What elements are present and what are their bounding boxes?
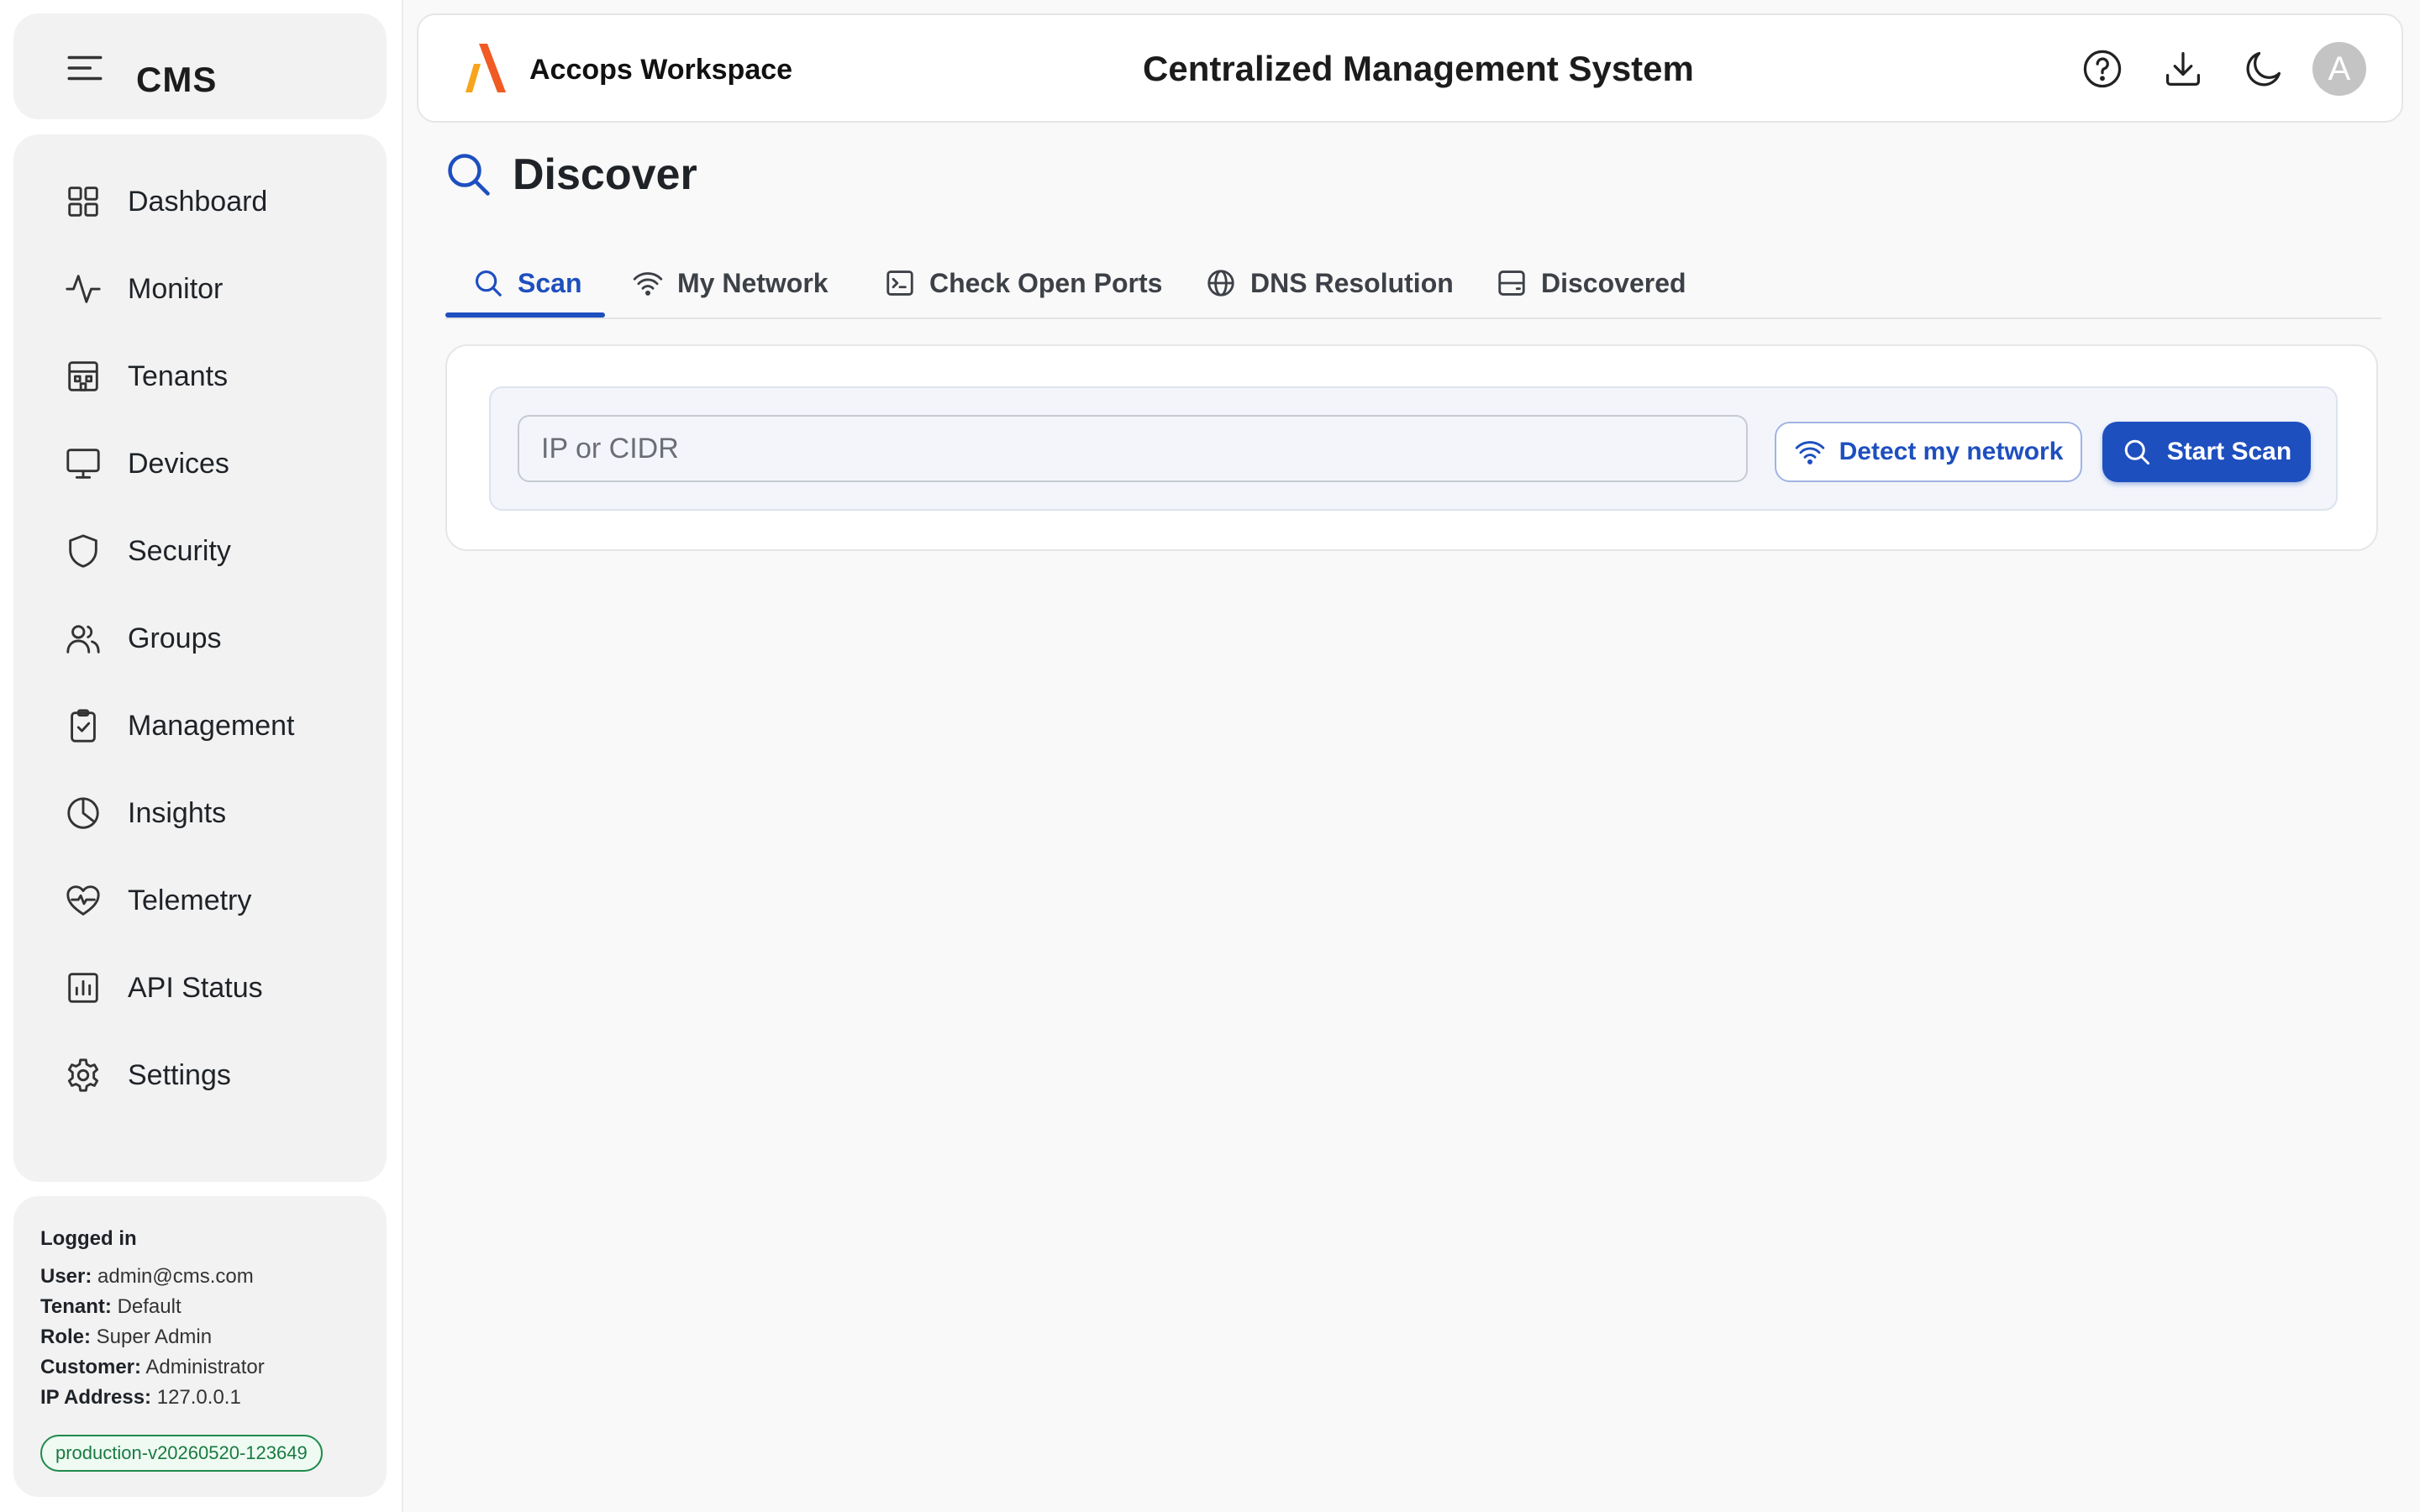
active-tab-indicator [445, 312, 605, 318]
session-tenant-label: Tenant: [40, 1295, 112, 1318]
session-tenant: Tenant: Default [40, 1295, 182, 1319]
session-customer-value: Administrator [145, 1356, 265, 1378]
sidebar-item-label: Dashboard [128, 185, 268, 218]
wifi-icon [1794, 436, 1826, 468]
top-header: Accops Workspace Centralized Management … [417, 13, 2403, 123]
sidebar: CMS Dashboard Monitor Tenants Devices Se… [0, 0, 403, 1512]
sidebar-item-api-status[interactable]: API Status [64, 954, 366, 1021]
moon-icon[interactable] [2242, 47, 2286, 91]
server-icon [1496, 267, 1528, 299]
sidebar-item-label: Security [128, 534, 231, 567]
building-icon [64, 357, 103, 396]
session-role-value: Super Admin [96, 1326, 213, 1348]
help-circle-icon[interactable] [2081, 47, 2124, 91]
scan-panel: Detect my network Start Scan [445, 344, 2378, 551]
logo-text: Accops Workspace [529, 54, 793, 86]
start-scan-label: Start Scan [2166, 438, 2292, 465]
sidebar-item-label: Telemetry [128, 884, 252, 916]
tab-my-network[interactable]: My Network [632, 249, 829, 318]
scan-form: Detect my network Start Scan [489, 386, 2338, 511]
search-icon [472, 267, 504, 299]
sidebar-item-telemetry[interactable]: Telemetry [64, 867, 366, 934]
sidebar-item-label: Devices [128, 447, 229, 480]
session-user-value: admin@cms.com [97, 1265, 254, 1288]
session-role-label: Role: [40, 1326, 91, 1348]
session-role: Role: Super Admin [40, 1326, 212, 1349]
gear-icon [64, 1056, 103, 1095]
sidebar-item-security[interactable]: Security [64, 517, 366, 585]
tab-label: Discovered [1541, 267, 1686, 298]
session-user-label: User: [40, 1265, 92, 1288]
sidebar-brand: CMS [13, 13, 387, 119]
sidebar-item-dashboard[interactable]: Dashboard [64, 168, 366, 235]
sidebar-item-label: API Status [128, 971, 263, 1004]
session-tenant-value: Default [117, 1295, 182, 1318]
discover-tabs: Scan My Network Check Open Ports DNS Res… [445, 249, 2381, 319]
brand-title: CMS [136, 60, 218, 99]
session-ip: IP Address: 127.0.0.1 [40, 1386, 241, 1410]
app-title: Centralized Management System [1143, 49, 1694, 88]
hamburger-menu-icon[interactable] [64, 47, 106, 89]
detect-my-network-button[interactable]: Detect my network [1775, 422, 2082, 482]
globe-icon [1205, 267, 1237, 299]
sidebar-item-label: Groups [128, 622, 222, 654]
sidebar-item-insights[interactable]: Insights [64, 780, 366, 847]
tab-label: My Network [677, 267, 829, 298]
activity-icon [64, 270, 103, 308]
tab-label: Scan [518, 267, 582, 298]
sidebar-item-label: Monitor [128, 272, 224, 305]
user-avatar[interactable]: A [2312, 42, 2366, 96]
session-ip-value: 127.0.0.1 [156, 1386, 241, 1409]
accops-logo-icon [462, 40, 509, 96]
bar-chart-icon [64, 969, 103, 1007]
search-icon [444, 150, 494, 200]
version-badge: production-v20260520-123649 [40, 1435, 323, 1472]
terminal-icon [884, 267, 916, 299]
tab-label: DNS Resolution [1250, 267, 1454, 298]
users-icon [64, 619, 103, 658]
sidebar-item-settings[interactable]: Settings [64, 1042, 366, 1109]
session-title: Logged in [40, 1227, 137, 1250]
session-customer-label: Customer: [40, 1356, 142, 1378]
tab-dns-resolution[interactable]: DNS Resolution [1205, 249, 1454, 318]
session-customer: Customer: Administrator [40, 1356, 265, 1379]
sidebar-item-label: Insights [128, 796, 227, 829]
tab-check-open-ports[interactable]: Check Open Ports [884, 249, 1162, 318]
start-scan-button[interactable]: Start Scan [2102, 422, 2311, 482]
ip-cidr-input[interactable] [518, 415, 1748, 482]
download-icon[interactable] [2161, 47, 2205, 91]
tab-label: Check Open Ports [929, 267, 1163, 298]
sidebar-item-devices[interactable]: Devices [64, 430, 366, 497]
sidebar-nav: Dashboard Monitor Tenants Devices Securi… [13, 134, 387, 1182]
sidebar-item-groups[interactable]: Groups [64, 605, 366, 672]
page-title: Discover [513, 150, 697, 199]
heart-pulse-icon [64, 881, 103, 920]
sidebar-item-label: Settings [128, 1058, 231, 1091]
shield-icon [64, 532, 103, 570]
clipboard-check-icon [64, 706, 103, 745]
session-user: User: admin@cms.com [40, 1265, 254, 1289]
session-info: Logged in User: admin@cms.com Tenant: De… [13, 1196, 387, 1497]
tab-discovered[interactable]: Discovered [1496, 249, 1686, 318]
pie-chart-icon [64, 794, 103, 832]
session-ip-label: IP Address: [40, 1386, 152, 1409]
sidebar-item-tenants[interactable]: Tenants [64, 343, 366, 410]
tab-scan[interactable]: Scan [472, 249, 581, 318]
sidebar-item-label: Tenants [128, 360, 229, 392]
sidebar-item-management[interactable]: Management [64, 692, 366, 759]
grid-icon [64, 182, 103, 221]
search-icon [2122, 437, 2152, 467]
sidebar-item-label: Management [128, 709, 295, 742]
monitor-icon [64, 444, 103, 483]
sidebar-item-monitor[interactable]: Monitor [64, 255, 366, 323]
detect-my-network-label: Detect my network [1839, 438, 2064, 465]
wifi-icon [632, 267, 664, 299]
